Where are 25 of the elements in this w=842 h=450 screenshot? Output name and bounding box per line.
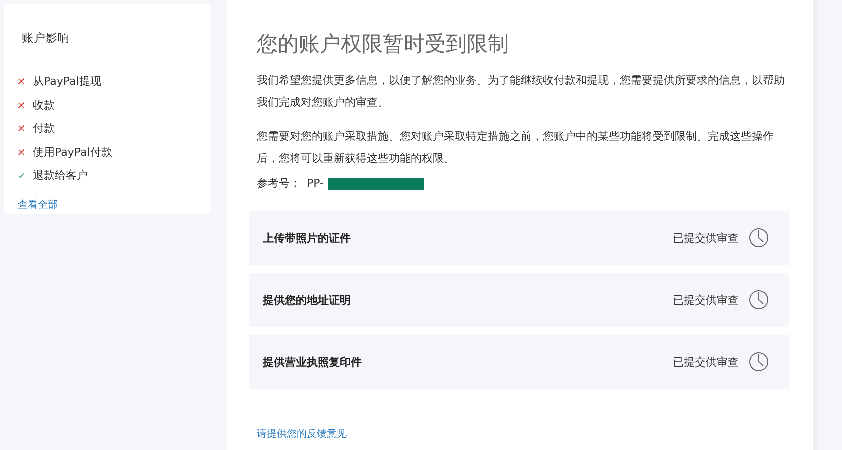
reference-label: 参考号： [257,176,301,191]
impact-item: 收款 [33,98,55,113]
paragraph: 我们希望您提供更多信息，以便了解您的业务。为了能继续收付款和提现，您需要提供所要求的信息，以帮助我们完成对您账户的审查。 [257,73,786,111]
impact-item: 从PayPal提现 [33,74,102,90]
task-label: 提供您的地址证明 [263,292,352,308]
impact-item: 付款 [33,121,55,136]
page-title: 您的账户权限暂时受到限制 [257,31,510,58]
paragraph: 您需要对您的账户采取措施。您对账户采取特定措施之前，您账户中的某些功能将受到限制。完成这些操作后，您将可以重新获得这些功能的权限。 [257,129,775,167]
task-status: 已提交供审查 [673,292,739,308]
task-label: 提供营业执照复印件 [263,354,363,370]
clock-icon [749,290,769,310]
task-row[interactable]: 提供营业执照复印件 已提交供审查 [249,335,789,389]
sidebar-title: 账户影响 [22,31,71,46]
task-status: 已提交供审查 [673,354,739,370]
task-row[interactable]: 上传带照片的证件 已提交供审查 [249,211,789,265]
clock-icon [749,228,769,248]
impact-item: 使用PayPal付款 [33,144,112,160]
feedback-link[interactable]: 请提供您的反馈意见 [257,427,347,441]
task-status: 已提交供审查 [673,230,739,246]
clock-icon [749,352,769,372]
task-label: 上传带照片的证件 [263,230,352,246]
reference-number: PP- [307,177,324,190]
view-all-link[interactable]: 查看全部 [18,198,58,212]
task-row[interactable]: 提供您的地址证明 已提交供审查 [249,273,789,327]
impact-item: 退款给客户 [33,168,88,184]
